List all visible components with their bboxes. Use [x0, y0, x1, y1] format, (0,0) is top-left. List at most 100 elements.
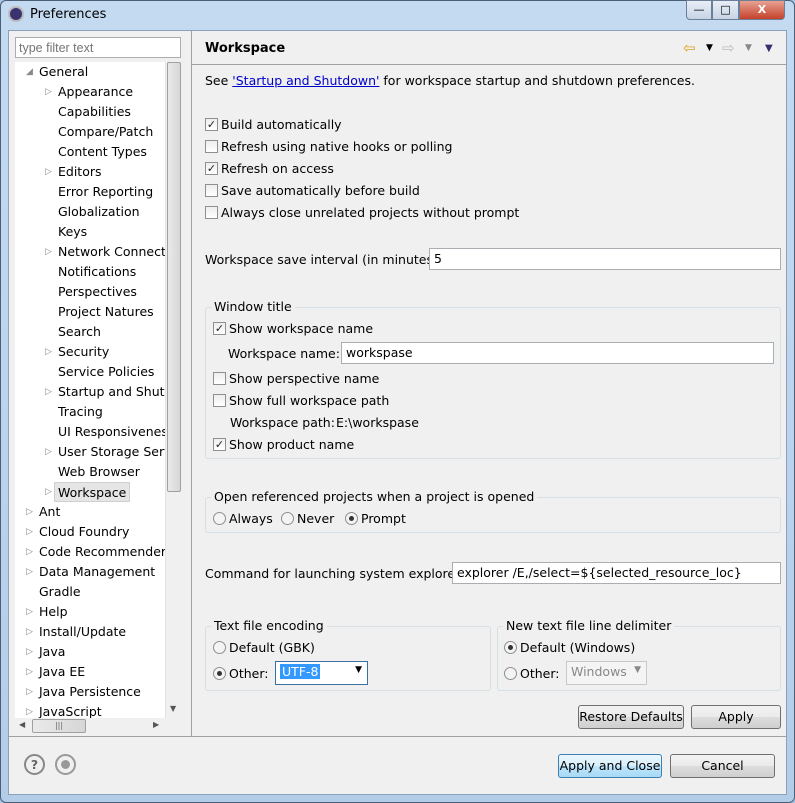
delimiter-default-radio[interactable] [504, 641, 517, 654]
collapsed-arrow-icon[interactable]: ▷ [26, 707, 33, 717]
apply-button[interactable]: Apply [691, 705, 781, 729]
tree-item[interactable]: Service Policies [58, 362, 154, 382]
tree-item[interactable]: JavaScript [39, 702, 102, 718]
collapsed-arrow-icon[interactable]: ▷ [45, 87, 52, 97]
collapsed-arrow-icon[interactable]: ▷ [26, 507, 33, 517]
tree-item[interactable]: Java [39, 642, 65, 662]
option-label: Refresh on access [221, 161, 334, 176]
delimiter-other-radio[interactable] [504, 667, 517, 680]
option-checkbox[interactable] [205, 206, 218, 219]
encoding-default-radio[interactable] [213, 641, 226, 654]
tree-item[interactable]: Globalization [58, 202, 140, 222]
back-dropdown-icon[interactable]: ▼ [706, 43, 713, 53]
collapsed-arrow-icon[interactable]: ▷ [26, 547, 33, 557]
tree-item[interactable]: Code Recommenders [39, 542, 165, 562]
scroll-left-arrow-icon[interactable]: ◀ [19, 720, 25, 729]
tree-item[interactable]: UI Responsiveness [58, 422, 165, 442]
startup-shutdown-link[interactable]: 'Startup and Shutdown' [232, 73, 379, 88]
tree-item[interactable]: Error Reporting [58, 182, 153, 202]
show-workspace-name-checkbox[interactable]: ✓ [213, 322, 226, 335]
workspace-path-value: E:\workspase [336, 415, 419, 430]
tree-item[interactable]: Ant [39, 502, 60, 522]
tree-item[interactable]: Cloud Foundry [39, 522, 129, 542]
tree-item[interactable]: Data Management [39, 562, 155, 582]
option-checkbox[interactable]: ✓ [205, 162, 218, 175]
delimiter-select[interactable]: Windows ▼ [566, 661, 647, 685]
tree-item[interactable]: Capabilities [58, 102, 131, 122]
tree-item[interactable]: Project Natures [58, 302, 154, 322]
restore-defaults-button[interactable]: Restore Defaults [578, 705, 684, 729]
collapsed-arrow-icon[interactable]: ▷ [26, 567, 33, 577]
collapsed-arrow-icon[interactable]: ▷ [45, 167, 52, 177]
tree-item[interactable]: Startup and Shutdown [58, 382, 165, 402]
cancel-button[interactable]: Cancel [670, 754, 775, 778]
radio-always[interactable] [213, 512, 226, 525]
close-button[interactable]: X [739, 0, 785, 20]
collapsed-arrow-icon[interactable]: ▷ [26, 667, 33, 677]
tree-item[interactable]: Install/Update [39, 622, 126, 642]
collapsed-arrow-icon[interactable]: ▷ [26, 687, 33, 697]
tree-item[interactable]: Content Types [58, 142, 147, 162]
maximize-button[interactable]: □ [712, 0, 739, 20]
tree-item[interactable]: Network Connections [58, 242, 165, 262]
tree-item[interactable]: General [39, 62, 88, 82]
collapsed-arrow-icon[interactable]: ▷ [45, 487, 52, 497]
tree-item[interactable]: Appearance [58, 82, 133, 102]
apply-and-close-button[interactable]: Apply and Close [558, 754, 662, 778]
vertical-scroll-thumb[interactable] [167, 62, 181, 492]
tree-item[interactable]: Keys [58, 222, 87, 242]
back-arrow-icon[interactable]: ⇦ [683, 39, 696, 57]
horizontal-scroll-thumb[interactable]: ||| [32, 719, 86, 733]
tree-item[interactable]: Perspectives [58, 282, 137, 302]
show-product-name-checkbox[interactable]: ✓ [213, 438, 226, 451]
tree-item[interactable]: Notifications [58, 262, 136, 282]
expanded-arrow-icon[interactable]: ◢ [26, 67, 33, 77]
collapsed-arrow-icon[interactable]: ▷ [26, 607, 33, 617]
encoding-other-radio[interactable] [213, 667, 226, 680]
collapsed-arrow-icon[interactable]: ▷ [26, 647, 33, 657]
tree-item[interactable]: Java EE [39, 662, 85, 682]
tree-item[interactable]: Help [39, 602, 68, 622]
tree-item[interactable]: Workspace [54, 482, 131, 502]
option-checkbox[interactable] [205, 184, 218, 197]
footer-divider [9, 736, 786, 737]
collapsed-arrow-icon[interactable]: ▷ [45, 447, 52, 457]
tree-horizontal-scrollbar[interactable]: ◀ ||| ▶ [15, 718, 165, 735]
forward-dropdown-icon[interactable]: ▼ [745, 43, 752, 53]
collapsed-arrow-icon[interactable]: ▷ [26, 627, 33, 637]
forward-arrow-icon[interactable]: ⇨ [722, 39, 735, 57]
workspace-name-input[interactable]: workspase [341, 342, 774, 364]
radio-prompt[interactable] [345, 512, 358, 525]
show-perspective-name-checkbox[interactable] [213, 372, 226, 385]
tree-vertical-scrollbar[interactable]: ▼ [165, 62, 182, 718]
scroll-right-arrow-icon[interactable]: ▶ [153, 720, 159, 729]
collapsed-arrow-icon[interactable]: ▷ [45, 387, 52, 397]
filter-input[interactable] [15, 37, 181, 58]
window-title-group-label: Window title [211, 299, 295, 314]
collapsed-arrow-icon[interactable]: ▷ [45, 347, 52, 357]
scroll-down-arrow-icon[interactable]: ▼ [170, 704, 176, 713]
show-full-path-label: Show full workspace path [229, 393, 390, 408]
record-icon[interactable] [55, 754, 76, 775]
tree-item[interactable]: Security [58, 342, 109, 362]
show-full-path-checkbox[interactable] [213, 394, 226, 407]
explorer-command-input[interactable]: explorer /E,/select=${selected_resource_… [452, 562, 781, 584]
tree-item[interactable]: Java Persistence [39, 682, 141, 702]
minimize-button[interactable]: — [686, 0, 712, 20]
collapsed-arrow-icon[interactable]: ▷ [26, 527, 33, 537]
view-menu-icon[interactable]: ▼ [765, 43, 773, 54]
option-checkbox[interactable] [205, 140, 218, 153]
help-icon[interactable]: ? [24, 754, 45, 775]
tree-item[interactable]: Compare/Patch [58, 122, 153, 142]
option-checkbox[interactable]: ✓ [205, 118, 218, 131]
tree-item[interactable]: Search [58, 322, 101, 342]
collapsed-arrow-icon[interactable]: ▷ [45, 247, 52, 257]
radio-never[interactable] [281, 512, 294, 525]
tree-item[interactable]: Tracing [58, 402, 103, 422]
tree-item[interactable]: User Storage Service [58, 442, 165, 462]
save-interval-input[interactable]: 5 [429, 248, 781, 270]
encoding-select[interactable]: UTF-8 ▼ [275, 661, 368, 685]
tree-item[interactable]: Web Browser [58, 462, 140, 482]
tree-item[interactable]: Gradle [39, 582, 81, 602]
tree-item[interactable]: Editors [58, 162, 102, 182]
